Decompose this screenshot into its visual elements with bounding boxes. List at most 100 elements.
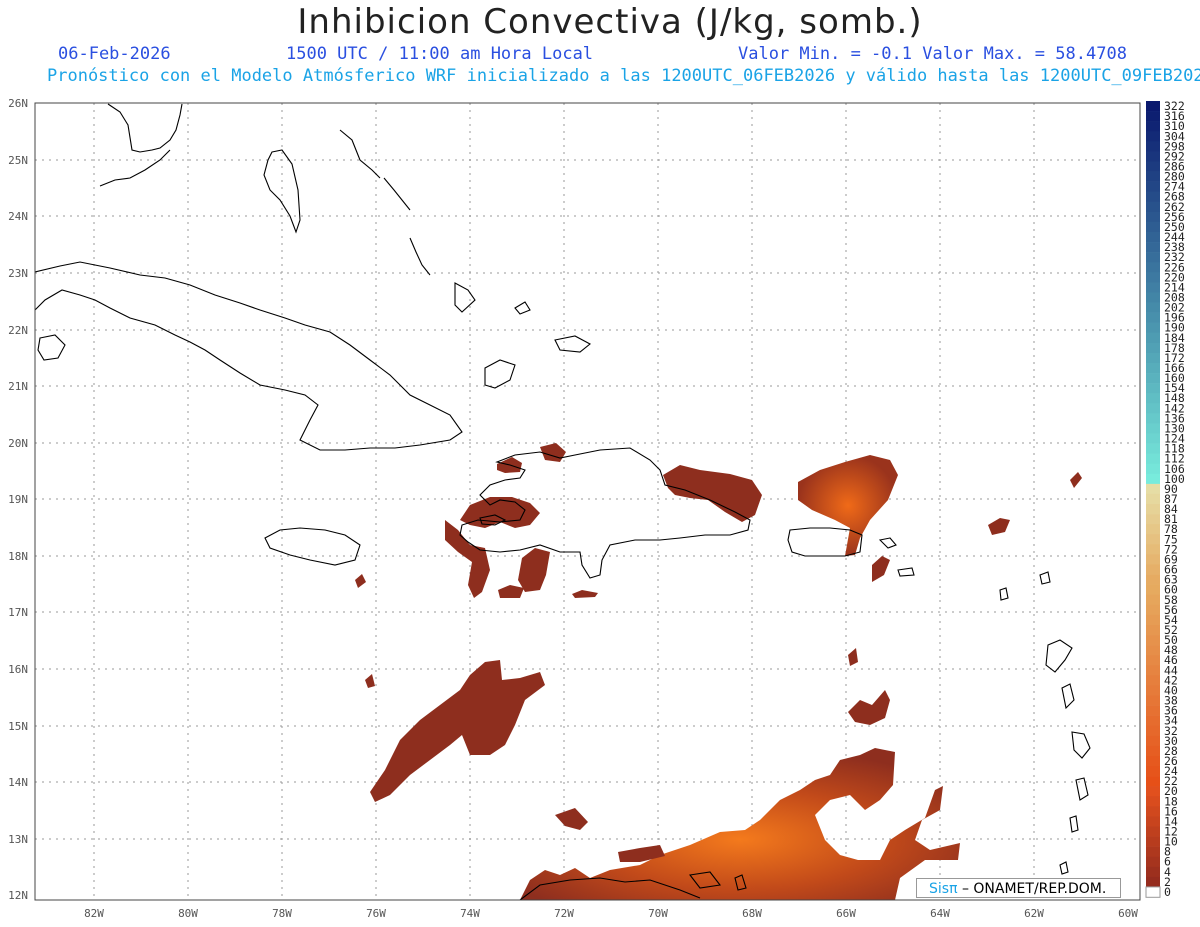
lon-label: 68W [742, 907, 762, 920]
coast-isla-juventud [37, 334, 66, 361]
colorbar-swatch [1146, 584, 1160, 596]
colorbar-swatch [1146, 796, 1160, 807]
colorbar-swatch [1146, 624, 1160, 636]
lat-label: 19N [8, 493, 28, 506]
map-frame [34, 102, 1141, 901]
shade-anguilla [1070, 472, 1082, 488]
colorbar-swatch [1146, 614, 1160, 626]
shade-small-3 [365, 674, 375, 688]
colorbar-swatch [1146, 675, 1160, 686]
colorbar-swatch [1146, 121, 1160, 132]
colorbar-swatch [1146, 755, 1160, 767]
colorbar-swatch [1146, 413, 1160, 424]
colorbar-swatch [1146, 272, 1160, 283]
credit-box: Sisπ – ONAMET/REP.DOM. [916, 878, 1121, 898]
grid-lines [35, 102, 1140, 900]
colorbar-swatch [1146, 231, 1160, 243]
colorbar-swatch [1146, 443, 1160, 454]
colorbar-swatch [1146, 211, 1160, 223]
lon-labels: 82W 80W 78W 76W 74W 72W 70W 68W 66W 64W … [84, 907, 1138, 920]
shade-small-1 [355, 574, 366, 588]
lon-label: 74W [460, 907, 480, 920]
colorbar-swatch [1146, 806, 1160, 817]
colorbar-swatch [1146, 312, 1160, 323]
colorbar-swatch [1146, 665, 1160, 676]
colorbar-swatch [1146, 141, 1160, 152]
colorbar-swatch [1146, 514, 1160, 525]
coast-guadeloupe [1045, 639, 1073, 673]
colorbar-swatch [1146, 151, 1160, 162]
coast-stcroix [897, 567, 915, 577]
lat-label: 20N [8, 437, 28, 450]
shade-central-caribbean [370, 660, 545, 802]
lat-label: 17N [8, 606, 28, 619]
colorbar-swatch [1146, 534, 1160, 545]
colorbar-swatch [1146, 695, 1160, 706]
lon-label: 76W [366, 907, 386, 920]
colorbar-swatch [1146, 604, 1160, 616]
coast-lesser-antilles-1 [1039, 571, 1051, 585]
colorbar-swatch [1145, 886, 1161, 898]
colorbar-swatch [1146, 483, 1160, 495]
colorbar-swatch [1146, 352, 1160, 364]
coast-eleuthera [339, 129, 381, 179]
colorbar-swatch [1146, 201, 1160, 213]
coast-acklins [454, 282, 476, 313]
colorbar-swatch [1146, 594, 1160, 606]
coast-lesser-antilles-2 [999, 587, 1009, 601]
colorbar-swatch [1146, 856, 1160, 868]
lat-label: 25N [8, 154, 28, 167]
colorbar-swatch [1146, 735, 1160, 747]
shade-islet-a [555, 808, 588, 830]
shade-pr-north [798, 455, 898, 556]
lat-labels: 26N 25N 24N 23N 22N 21N 20N 19N 18N 17N … [8, 97, 28, 902]
colorbar-swatch [1146, 242, 1160, 253]
colorbar-swatch [1146, 645, 1160, 656]
shade-band-15n [848, 690, 890, 725]
coast-florida [107, 103, 183, 153]
colorbar-swatch [1146, 866, 1160, 878]
credit-brand: Sisπ [929, 881, 958, 897]
coast-mayaguana [514, 301, 531, 315]
colorbar-swatch [1146, 564, 1160, 575]
colorbar-swatch [1146, 181, 1160, 192]
colorbar-swatch [1146, 282, 1160, 293]
colorbar-swatch [1146, 302, 1160, 313]
coast-jamaica [264, 527, 361, 566]
cin-shading [355, 443, 1082, 900]
colorbar-swatch [1146, 191, 1160, 203]
lon-label: 64W [930, 907, 950, 920]
coastlines [35, 103, 1091, 900]
colorbar-swatch [1146, 262, 1160, 273]
coast-andros [263, 149, 301, 234]
lon-label: 82W [84, 907, 104, 920]
colorbar-swatch [1146, 171, 1160, 182]
lon-label: 60W [1118, 907, 1138, 920]
lat-label: 23N [8, 267, 28, 280]
colorbar-swatch [1146, 362, 1160, 374]
coast-turks-caicos [554, 335, 591, 353]
colorbar-swatch [1146, 544, 1160, 555]
colorbar-swatch [1146, 766, 1160, 777]
colorbar-swatch [1146, 393, 1160, 404]
lat-label: 16N [8, 663, 28, 676]
lon-label: 72W [554, 907, 574, 920]
colorbar-swatch [1146, 493, 1160, 505]
shade-haiti-gonave [460, 497, 540, 528]
coast-virgin-islands [878, 537, 897, 549]
lat-label: 24N [8, 210, 28, 223]
colorbar-swatch [1146, 383, 1160, 394]
colorbar-swatch [1146, 111, 1160, 122]
colorbar-swatch [1146, 473, 1160, 485]
lat-label: 21N [8, 380, 28, 393]
colorbar-swatch [1146, 524, 1160, 535]
colorbar-swatch [1146, 685, 1160, 696]
colorbar-swatch [1146, 332, 1160, 344]
coast-st-vincent [1069, 815, 1079, 833]
colorbar-swatch [1146, 635, 1160, 646]
coast-cuba [35, 261, 463, 451]
lat-label: 14N [8, 776, 28, 789]
colorbar-swatch [1146, 816, 1160, 827]
colorbar-swatch [1146, 322, 1160, 334]
colorbar-swatch [1146, 504, 1160, 515]
